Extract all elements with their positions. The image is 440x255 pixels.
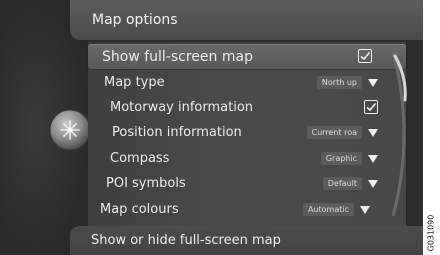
menu-item-label: Position information [112,125,242,140]
menu-row-map-type[interactable]: Map type North up [88,70,406,95]
infotainment-screen: Map options Show full-screen map Map typ… [0,0,423,255]
menu-item-label: Map colours [100,202,179,217]
menu-row-position-information[interactable]: Position information Current roa [88,120,406,145]
dropdown-value: Current roa [306,126,362,139]
triangle-down-icon [368,78,378,87]
title-bar: Map options [70,0,423,40]
menu-item-label: Show full-screen map [102,48,253,65]
scrollbar[interactable] [389,48,423,220]
image-code: G031090 [424,210,438,255]
map-type-dropdown[interactable]: North up [316,75,378,90]
checkmark-icon [360,51,371,61]
menu-item-label: POI symbols [106,176,186,191]
help-text: Show or hide full-screen map [91,233,281,248]
compass-dropdown[interactable]: Graphic [320,151,378,166]
menu-item-label: Map type [104,75,165,90]
menu-item-label: Motorway information [110,100,254,115]
position-information-dropdown[interactable]: Current roa [306,125,378,140]
options-menu: Show full-screen map Map type North up M… [88,42,406,226]
checkmark-icon [366,102,377,112]
menu-row-compass[interactable]: Compass Graphic [88,146,406,171]
triangle-down-icon [368,128,378,137]
image-code-text: G031090 [426,214,436,251]
show-full-screen-checkbox[interactable] [358,49,372,63]
motorway-information-checkbox[interactable] [364,100,378,114]
map-colours-dropdown[interactable]: Automatic [302,202,370,217]
dropdown-value: Automatic [302,203,354,216]
dropdown-value: North up [316,76,362,89]
compass-knob-icon[interactable] [48,108,92,152]
triangle-down-icon [368,179,378,188]
menu-row-poi-symbols[interactable]: POI symbols Default [88,171,406,196]
menu-row-show-full-screen-map[interactable]: Show full-screen map [88,44,406,69]
page-title: Map options [92,12,178,28]
triangle-down-icon [360,205,370,214]
menu-item-label: Compass [110,151,170,166]
dropdown-value: Graphic [320,152,362,165]
dropdown-value: Default [322,177,362,190]
triangle-down-icon [368,154,378,163]
menu-row-motorway-information[interactable]: Motorway information [88,95,406,120]
menu-row-map-colours[interactable]: Map colours Automatic [88,197,406,222]
poi-symbols-dropdown[interactable]: Default [322,176,378,191]
status-bar: Show or hide full-screen map [70,226,423,255]
